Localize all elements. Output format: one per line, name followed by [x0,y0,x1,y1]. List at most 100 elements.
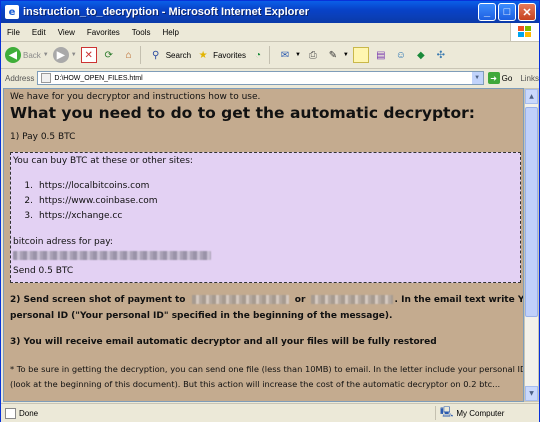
links-button[interactable]: Links [520,74,539,83]
bitcoin-address-label: bitcoin adress for pay: [13,237,113,247]
step3-text: 3) You will receive email automatic decr… [10,337,437,347]
payment-box: You can buy BTC at these or other sites:… [10,152,521,283]
back-label: Back [23,50,41,60]
vertical-scrollbar[interactable]: ▲ ▼ [524,88,539,402]
stop-icon: ✕ [80,47,97,63]
scroll-up-icon[interactable]: ▲ [525,89,538,104]
step2-text-b: . In the email text write Your [394,295,524,305]
forward-dropdown-icon: ▼ [70,52,77,58]
menu-help[interactable]: Help [156,28,184,37]
send-amount-text: Send 0.5 BTC [13,266,74,276]
print-icon: ⎙ [308,49,317,61]
menu-favorites[interactable]: Favorites [81,28,126,37]
window-title: instruction_to_decryption - Microsoft In… [23,6,310,18]
toolbar-separator [268,46,270,64]
scroll-thumb[interactable] [525,107,538,317]
mail-button[interactable]: ✉ ▼ [277,47,301,63]
favorites-button[interactable]: ★ Favorites [195,47,246,63]
messenger-button[interactable]: ☺ [393,47,409,63]
history-button[interactable]: ◔ [250,47,266,63]
intro-text: We have for you decryptor and instructio… [10,92,261,102]
discuss-icon [352,47,369,63]
windows-logo-icon [510,23,539,41]
edit-icon: ✎ [328,49,338,61]
ie-logo-icon: e [5,5,19,19]
bitcoin-address-redacted [13,251,211,261]
status-divider [435,406,436,420]
maximize-button[interactable]: □ [498,3,516,21]
site-link[interactable]: https://xchange.cc [39,211,122,221]
favorites-star-icon: ★ [198,49,208,61]
window-controls: _ □ ✕ [478,3,536,21]
site-item: 3. https://xchange.cc [13,211,122,221]
menu-bar: File Edit View Favorites Tools Help [1,23,539,42]
site-link[interactable]: https://www.coinbase.com [39,196,158,206]
network-button[interactable]: ✣ [433,47,449,63]
page-status-icon [5,407,16,419]
step1-text: 1) Pay 0.5 BTC [10,132,76,142]
scroll-down-icon[interactable]: ▼ [525,386,538,401]
menu-edit[interactable]: Edit [26,28,52,37]
address-bar: Address D:\HOW_OPEN_FILES.html ▼ ➜ Go Li… [1,69,539,87]
step2-line1: 2) Send screen shot of payment to or . I… [10,295,524,305]
email-redacted-1 [191,295,289,304]
step2-text: 2) Send screen shot of payment to [10,295,186,305]
menu-file[interactable]: File [1,28,26,37]
page-heading: What you need to do to get the automatic… [10,104,475,122]
note-line2: (look at the beginning of this document)… [10,379,501,389]
back-arrow-icon: ◀ [5,47,21,63]
toolbar-separator [139,46,141,64]
home-icon: ⌂ [125,49,132,61]
status-text: Done [19,408,39,418]
go-arrow-icon: ➜ [487,72,500,84]
address-dropdown-icon[interactable]: ▼ [471,72,483,84]
site-number: 3. [24,211,33,221]
research-button[interactable]: ▤ [373,47,389,63]
site-number: 2. [24,196,33,206]
page-content: We have for you decryptor and instructio… [3,88,524,402]
home-button[interactable]: ⌂ [121,47,137,63]
status-left: Done [5,407,435,419]
close-button[interactable]: ✕ [518,3,536,21]
step2-or: or [294,295,306,305]
refresh-button[interactable]: ⟳ [101,47,117,63]
buy-btc-text: You can buy BTC at these or other sites: [13,156,193,166]
address-input[interactable]: D:\HOW_OPEN_FILES.html ▼ [37,71,484,85]
forward-button[interactable]: ▶ ▼ [52,47,77,63]
favorites-label: Favorites [213,50,246,60]
media-button[interactable]: ◆ [413,47,429,63]
history-icon: ◔ [254,49,261,61]
note-line1: * To be sure in getting the decryption, … [10,364,524,374]
research-icon: ▤ [376,49,386,61]
site-number: 1. [24,181,33,191]
go-button[interactable]: ➜ Go [487,72,512,84]
stop-button[interactable]: ✕ [80,47,97,63]
site-link[interactable]: https://localbitcoins.com [39,181,149,191]
browser-window: e instruction_to_decryption - Microsoft … [0,0,540,422]
address-label: Address [5,73,35,83]
status-bar: Done 🖳 My Computer [1,403,539,422]
toolbar: ◀ Back ▼ ▶ ▼ ✕ ⟳ ⌂ ⚲ Search ★ Favorites … [1,42,539,69]
menu-view[interactable]: View [52,28,81,37]
menu-tools[interactable]: Tools [126,28,157,37]
discuss-button[interactable] [352,47,369,63]
title-bar[interactable]: e instruction_to_decryption - Microsoft … [1,1,539,23]
my-computer-icon: 🖳 [440,406,454,418]
mail-dropdown-icon: ▼ [294,52,301,58]
edit-dropdown-icon: ▼ [342,52,349,58]
minimize-button[interactable]: _ [478,3,496,21]
address-value: D:\HOW_OPEN_FILES.html [54,74,143,82]
network-icon: ✣ [436,49,446,61]
back-dropdown-icon: ▼ [42,52,49,58]
mail-icon: ✉ [280,49,290,61]
edit-button[interactable]: ✎ ▼ [325,47,349,63]
search-button[interactable]: ⚲ Search [148,47,191,63]
back-button[interactable]: ◀ Back ▼ [5,47,49,63]
search-label: Search [165,50,192,60]
print-button[interactable]: ⎙ [305,47,321,63]
step2-line2: personal ID ("Your personal ID" specifie… [10,311,393,321]
messenger-icon: ☺ [395,49,406,61]
zone-text: My Computer [456,408,505,418]
site-item: 1. https://localbitcoins.com [13,181,149,191]
status-zone: 🖳 My Computer [440,405,504,422]
